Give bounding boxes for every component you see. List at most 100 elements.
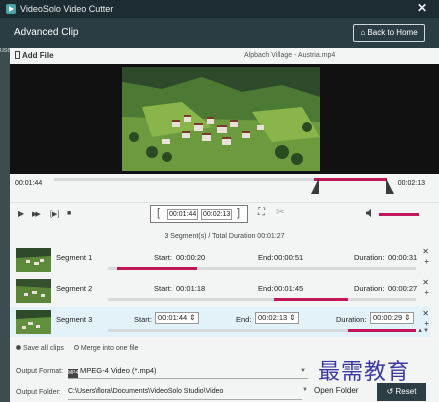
back-to-home-button[interactable]: ⌂ Back to Home xyxy=(353,24,425,42)
reset-label: Reset xyxy=(395,387,417,396)
segment-name: Segment 2 xyxy=(56,284,93,293)
output-format-value: MPEG-4 Video (*.mp4) xyxy=(80,366,157,375)
segment-start-stepper[interactable]: 00:01:44 ⇕ xyxy=(155,312,199,324)
segment-duration: 00:00:27 xyxy=(388,284,418,293)
playback-controls: ▶ ▶▶ [▶] ■ [ 00:01:44 00:02:13 ] ⛶ ✂ xyxy=(10,202,439,224)
segment-duration-stepper[interactable]: 00:00:29 ⇕ xyxy=(370,312,414,324)
add-segment-icon[interactable]: + xyxy=(424,319,429,328)
remove-segment-icon[interactable]: ✕ xyxy=(422,278,429,287)
segment-row[interactable]: Segment 1 Start: 00:00:20 End: 00:00:51 … xyxy=(10,245,430,275)
set-end-icon[interactable]: ] xyxy=(237,207,240,219)
main-timeline[interactable]: 00:01:44 00:02:13 xyxy=(10,174,439,198)
chevron-down-icon[interactable]: ▼ xyxy=(302,387,308,393)
segment-start-time[interactable]: 00:01:18 xyxy=(176,284,205,293)
title-bar: VideoSolo Video Cutter ✕ xyxy=(0,0,439,18)
watermark-logo: 最需教育 xyxy=(318,360,411,385)
segment-start-label: Start: xyxy=(134,315,152,324)
add-segment-icon[interactable]: + xyxy=(424,257,429,266)
app-logo-icon xyxy=(6,4,16,14)
file-toolbar: Add File Alpbach Village - Austria.mp4 xyxy=(10,48,439,64)
radio-selected-icon xyxy=(16,345,21,350)
segment-end-label: End: xyxy=(258,253,274,262)
close-icon[interactable]: ✕ xyxy=(417,1,427,15)
reset-icon: ↺ xyxy=(386,387,394,396)
trim-time-box: [ 00:01:44 00:02:13 ] xyxy=(150,205,248,223)
file-name: Alpbach Village - Austria.mp4 xyxy=(244,52,336,59)
chevron-down-icon: ▼ xyxy=(300,368,306,374)
header-bar: Advanced Clip ⌂ Back to Home xyxy=(0,18,439,48)
alpine-village-image xyxy=(122,67,320,171)
output-folder-label: Output Folder: xyxy=(16,389,61,396)
segment-name: Segment 3 xyxy=(56,315,93,324)
segment-range xyxy=(274,298,349,301)
set-start-icon[interactable]: [ xyxy=(157,207,160,219)
segment-start-time: 00:01:44 xyxy=(158,313,188,322)
volume-slider[interactable] xyxy=(379,213,419,216)
cut-icon[interactable]: ✂ xyxy=(276,207,284,218)
segment-row-selected[interactable]: Segment 3 Start: 00:01:44 ⇕ End: 00:02:1… xyxy=(10,307,430,337)
volume-icon[interactable] xyxy=(366,209,374,217)
segment-range xyxy=(117,267,198,270)
merge-option[interactable]: Merge into one file xyxy=(73,345,139,352)
stop-icon[interactable]: ■ xyxy=(67,210,71,217)
crop-icon[interactable]: ⛶ xyxy=(258,207,265,218)
video-preview[interactable] xyxy=(10,64,439,174)
timeline-track[interactable] xyxy=(54,178,387,181)
timeline-end-handle[interactable] xyxy=(386,178,394,194)
remove-segment-icon[interactable]: ✕ xyxy=(422,309,429,318)
video-cutter-window: VideoSolo Video Cutter ✕ Advanced Clip ⌂… xyxy=(0,0,439,402)
timeline-selection xyxy=(313,178,387,181)
save-all-option[interactable]: Save all clips xyxy=(16,345,64,352)
stepper-icon: ⇕ xyxy=(289,313,296,322)
open-folder-button[interactable]: Open Folder xyxy=(314,386,358,395)
page-title: Advanced Clip xyxy=(14,27,79,38)
segment-start-label: Start: xyxy=(154,284,172,293)
home-icon: ⌂ xyxy=(360,28,366,37)
file-icon xyxy=(15,51,20,59)
segment-range xyxy=(348,329,416,332)
segment-duration: 00:00:29 xyxy=(373,313,403,322)
back-to-home-label: Back to Home xyxy=(367,28,418,37)
segment-end-label: End: xyxy=(236,315,252,324)
segment-end-time[interactable]: 00:01:45 xyxy=(274,284,303,293)
move-segment-icon[interactable]: ▲▼ xyxy=(417,328,429,334)
segment-thumbnail xyxy=(16,310,51,334)
save-all-label: Save all clips xyxy=(23,345,64,352)
segment-thumbnail xyxy=(16,248,51,272)
remove-segment-icon[interactable]: ✕ xyxy=(422,247,429,256)
video-frame-image xyxy=(122,67,320,171)
trim-start-field[interactable]: 00:01:44 xyxy=(167,209,199,220)
frame-step-icon[interactable]: [▶] xyxy=(50,210,59,218)
segment-end-time[interactable]: 00:00:51 xyxy=(274,253,303,262)
segment-row[interactable]: Segment 2 Start: 00:01:18 End: 00:01:45 … xyxy=(10,276,430,306)
timeline-start-time: 00:01:44 xyxy=(15,180,43,187)
segment-duration-label: Duration: xyxy=(336,315,367,324)
segment-end-time: 00:02:13 xyxy=(258,313,288,322)
segment-end-stepper[interactable]: 00:02:13 ⇕ xyxy=(255,312,299,324)
stepper-icon: ⇕ xyxy=(189,313,196,322)
output-folder-field[interactable]: C:\Users\flora\Documents\VideoSolo Studi… xyxy=(68,385,302,400)
save-options: Save all clips Merge into one file xyxy=(16,345,138,352)
merge-label: Merge into one file xyxy=(80,345,139,352)
trim-end-field[interactable]: 00:02:13 xyxy=(201,209,233,220)
segment-start-time[interactable]: 00:00:20 xyxy=(176,253,205,262)
segment-end-label: End: xyxy=(258,284,274,293)
output-format-label: Output Format: xyxy=(16,368,64,375)
segment-thumbnail xyxy=(16,279,51,303)
segments-summary: 3 Segment(s) / Total Duration 00:01:27 xyxy=(164,233,285,240)
play-icon[interactable]: ▶ xyxy=(18,209,24,218)
segment-duration-label: Duration: xyxy=(354,253,385,262)
segment-track[interactable] xyxy=(108,267,416,270)
next-frame-icon[interactable]: ▶▶ xyxy=(32,210,41,218)
segment-track[interactable] xyxy=(108,329,416,332)
segment-track[interactable] xyxy=(108,298,416,301)
segment-duration: 00:00:31 xyxy=(388,253,418,262)
segment-duration-label: Duration: xyxy=(354,284,385,293)
segment-name: Segment 1 xyxy=(56,253,93,262)
add-file-button[interactable]: Add File xyxy=(15,51,54,60)
radio-icon xyxy=(73,345,79,350)
output-format-select[interactable]: MP4 MPEG-4 Video (*.mp4) ▼ xyxy=(68,364,308,379)
stepper-icon: ⇕ xyxy=(404,313,411,322)
add-file-label: Add File xyxy=(22,51,54,60)
add-segment-icon[interactable]: + xyxy=(424,288,429,297)
